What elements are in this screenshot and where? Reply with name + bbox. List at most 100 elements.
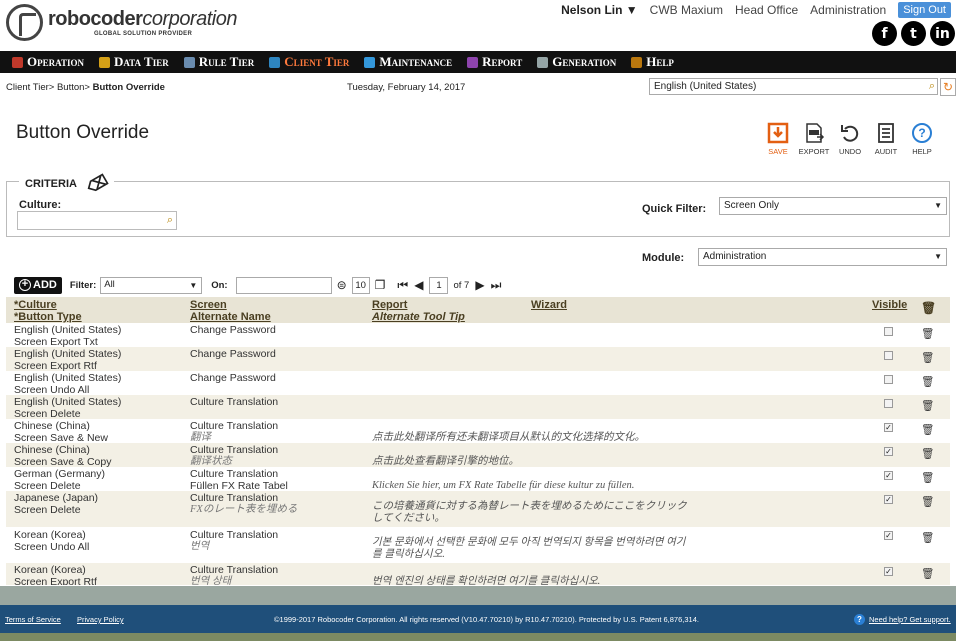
add-button[interactable]: + ADD	[14, 276, 62, 294]
visible-checkbox-checked[interactable]: ✓	[884, 471, 893, 480]
column-header-report[interactable]: Report	[372, 299, 407, 311]
visible-checkbox-checked[interactable]: ✓	[884, 495, 893, 504]
twitter-icon[interactable]: t	[901, 21, 926, 46]
nav-item-data-tier[interactable]: Data Tier	[98, 54, 169, 70]
background-image-strip-bottom	[0, 633, 956, 641]
table-row[interactable]: German (Germany) Screen Delete Culture T…	[6, 467, 950, 492]
current-date: Tuesday, February 14, 2017	[347, 82, 466, 93]
table-row[interactable]: Chinese (China) Screen Save & Copy Cultu…	[6, 443, 950, 468]
language-selector[interactable]: English (United States) ⌕	[649, 78, 938, 95]
row-culture: Chinese (China)	[14, 420, 90, 432]
last-page-icon[interactable]: ⏭	[491, 278, 502, 293]
operation-icon	[12, 56, 23, 68]
nav-item-maintenance[interactable]: Maintenance	[364, 54, 452, 70]
table-row[interactable]: English (United States) Screen Export Rt…	[6, 347, 950, 372]
topnav-link-administration[interactable]: Administration	[810, 3, 886, 17]
company-logo[interactable]: robocodercorporation GLOBAL SOLUTION PRO…	[6, 4, 246, 44]
row-screen: Change Password	[190, 348, 276, 360]
row-screen: Culture Translation	[190, 492, 279, 504]
visible-checkbox[interactable]	[884, 399, 893, 408]
quick-filter-select[interactable]: Screen Only ▼	[719, 197, 947, 215]
table-row[interactable]: Korean (Korea) Screen Undo All Culture T…	[6, 527, 950, 563]
nav-item-rule-tier[interactable]: Rule Tier	[183, 54, 254, 70]
topnav-link-cwb-maxium[interactable]: CWB Maxium	[650, 3, 723, 17]
undo-button[interactable]: UNDO	[832, 121, 868, 156]
page-number-input[interactable]: 1	[429, 276, 449, 294]
visible-checkbox-checked[interactable]: ✓	[884, 447, 893, 456]
trash-icon[interactable]: 🗑	[921, 400, 934, 412]
trash-icon[interactable]: 🗑	[921, 532, 934, 544]
column-header-visible[interactable]: Visible	[872, 299, 907, 311]
trash-icon[interactable]: 🗑	[921, 448, 934, 460]
trash-icon[interactable]: 🗑	[921, 352, 934, 364]
row-screen: Culture Translation	[190, 444, 279, 456]
row-screen: Culture Translation	[190, 468, 279, 480]
nav-item-report[interactable]: Report	[467, 54, 522, 70]
visible-checkbox[interactable]	[884, 375, 893, 384]
copyright-text: ©1999-2017 Robocoder Corporation. All ri…	[274, 615, 699, 624]
prev-page-icon[interactable]: ◀	[414, 278, 423, 292]
audit-button[interactable]: AUDIT	[868, 121, 904, 156]
help-icon[interactable]: ?	[854, 614, 865, 625]
filter-select[interactable]: All ▼	[100, 276, 203, 294]
table-row[interactable]: Korean (Korea) Screen Export Rtf Culture…	[6, 563, 950, 585]
table-row[interactable]: English (United States) Screen Delete Cu…	[6, 395, 950, 420]
binoculars-icon[interactable]: ⊜	[337, 278, 347, 292]
column-header-screen[interactable]: Screen	[190, 299, 227, 311]
clear-criteria-icon[interactable]: ⌫	[84, 171, 111, 197]
page-size-input[interactable]: 10	[351, 276, 370, 294]
trash-icon[interactable]: 🗑	[921, 568, 934, 580]
get-support-link[interactable]: Need help? Get support.	[869, 615, 951, 624]
trash-icon[interactable]: 🗑	[921, 376, 934, 388]
visible-checkbox-checked[interactable]: ✓	[884, 567, 893, 576]
search-icon[interactable]: ⌕	[167, 214, 173, 227]
search-icon[interactable]: ⌕	[929, 80, 935, 93]
trash-icon[interactable]: 🗑	[921, 472, 934, 484]
table-row[interactable]: English (United States) Screen Export Tx…	[6, 323, 950, 348]
row-screen: Change Password	[190, 324, 276, 336]
module-label: Module:	[642, 252, 685, 264]
column-header-alternate-tool-tip[interactable]: Alternate Tool Tip	[372, 311, 465, 323]
trash-icon[interactable]: 🗑	[921, 328, 934, 340]
facebook-icon[interactable]: f	[872, 21, 897, 46]
nav-item-client-tier[interactable]: Client Tier	[269, 54, 349, 70]
row-culture: Korean (Korea)	[14, 529, 86, 541]
on-input[interactable]	[235, 276, 332, 294]
first-page-icon[interactable]: ⏮	[397, 278, 408, 293]
next-page-icon[interactable]: ▶	[475, 278, 484, 292]
table-row[interactable]: Japanese (Japan) Screen Delete Culture T…	[6, 491, 950, 527]
user-menu[interactable]: Nelson Lin ▼	[561, 3, 638, 17]
table-row[interactable]: Chinese (China) Screen Save & New Cultur…	[6, 419, 950, 444]
breadcrumb-path[interactable]: Client Tier> Button>	[6, 82, 93, 93]
trash-icon[interactable]: 🗑	[921, 424, 934, 436]
trash-icon[interactable]: 🗑	[921, 496, 934, 508]
nav-item-operation[interactable]: Operation	[12, 54, 84, 70]
nav-item-generation[interactable]: Generation	[537, 54, 616, 70]
topnav-link-head-office[interactable]: Head Office	[735, 3, 798, 17]
quick-filter-label: Quick Filter:	[642, 203, 707, 215]
save-button[interactable]: SAVE	[760, 121, 796, 156]
export-button[interactable]: EXPORT	[796, 121, 832, 156]
nav-item-help[interactable]: Help	[631, 54, 674, 70]
refresh-icon[interactable]: ↻	[940, 78, 956, 96]
help-button[interactable]: ? HELP	[904, 121, 940, 156]
column-header-culture[interactable]: *Culture	[14, 299, 57, 311]
module-select[interactable]: Administration ▼	[698, 248, 947, 266]
column-header-wizard[interactable]: Wizard	[531, 299, 567, 311]
copy-icon[interactable]: ❐	[375, 278, 386, 292]
delete-all-icon[interactable]: 🗑	[921, 301, 936, 315]
linkedin-icon[interactable]: in	[930, 21, 955, 46]
visible-checkbox-checked[interactable]: ✓	[884, 423, 893, 432]
column-header-button-type[interactable]: *Button Type	[14, 311, 82, 323]
sign-out-button[interactable]: Sign Out	[898, 2, 951, 18]
generation-icon	[537, 56, 549, 68]
column-header-alternate-name[interactable]: Alternate Name	[190, 311, 271, 323]
visible-checkbox-checked[interactable]: ✓	[884, 531, 893, 540]
visible-checkbox[interactable]	[884, 327, 893, 336]
table-row[interactable]: English (United States) Screen Undo All …	[6, 371, 950, 396]
culture-input[interactable]: ⌕	[17, 211, 177, 230]
visible-checkbox[interactable]	[884, 351, 893, 360]
privacy-policy-link[interactable]: Privacy Policy	[77, 615, 124, 624]
client-tier-icon	[269, 56, 281, 68]
terms-of-service-link[interactable]: Terms of Service	[5, 615, 61, 624]
